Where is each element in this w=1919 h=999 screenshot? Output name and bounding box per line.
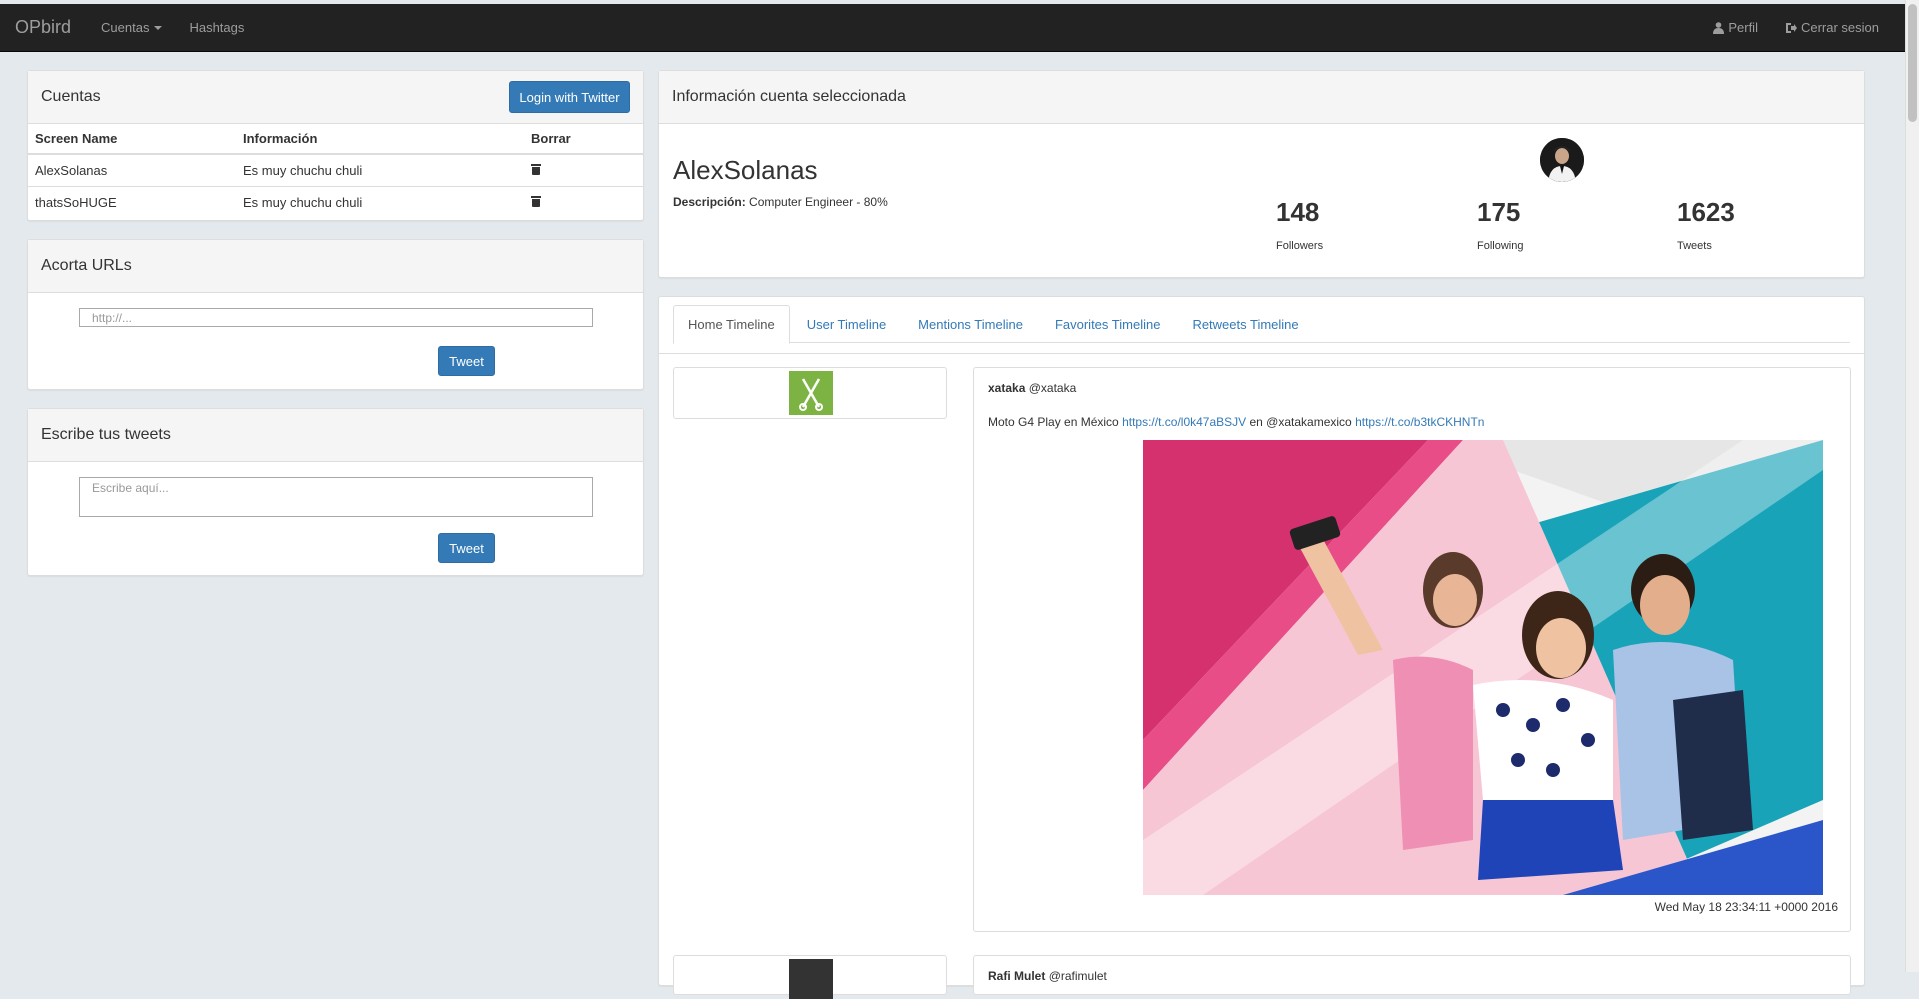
cuentas-panel-heading: Cuentas Login with Twitter	[28, 71, 643, 124]
tweet-timestamp: Wed May 18 23:34:11 +0000 2016	[1654, 900, 1838, 914]
tabs-divider	[659, 353, 1864, 354]
followers-count: 148	[1276, 197, 1320, 227]
info-cell: Es muy chuchu chuli	[236, 185, 524, 218]
cerrar-sesion-label: Cerrar sesion	[1800, 20, 1879, 35]
cuentas-title: Cuentas	[41, 88, 101, 105]
escribe-title: Escribe tus tweets	[41, 426, 171, 443]
description-value: Computer Engineer - 80%	[749, 195, 888, 209]
tweet-avatar-box	[673, 367, 947, 419]
delete-cell	[524, 153, 643, 186]
info-panel-heading: Información cuenta seleccionada	[659, 71, 1864, 124]
scrollbar-thumb[interactable]	[1908, 4, 1917, 122]
tweet-text-part: Moto G4 Play en México	[988, 415, 1119, 429]
login-with-twitter-button[interactable]: Login with Twitter	[509, 81, 630, 113]
trash-icon[interactable]	[531, 195, 541, 207]
followers-label: Followers	[1276, 240, 1324, 252]
tweet-handle: @xataka	[1028, 381, 1077, 395]
cerrar-sesion-link[interactable]: Cerrar sesion	[1785, 20, 1879, 35]
account-name: AlexSolanas	[673, 155, 818, 185]
escribe-tweets-panel: Escribe tus tweets Escribe aquí... Tweet	[27, 408, 644, 576]
following-label: Following	[1477, 240, 1524, 252]
delete-cell	[524, 185, 643, 218]
table-row: thatsSoHUGE Es muy chuchu chuli	[28, 185, 643, 218]
caret-down-icon	[154, 25, 163, 30]
xataka-avatar	[789, 371, 833, 415]
escribe-panel-heading: Escribe tus tweets	[28, 409, 643, 462]
brand-link[interactable]: OPbird	[15, 17, 71, 38]
tab-retweets-timeline[interactable]: Retweets Timeline	[1177, 305, 1313, 343]
navbar-right: Perfil Cerrar sesion	[1686, 20, 1905, 35]
screen-name-cell: thatsSoHUGE	[28, 185, 236, 218]
account-info-panel: Información cuenta seleccionada AlexSola…	[658, 70, 1865, 278]
tweet-card: xataka @xataka Moto G4 Play en México ht…	[973, 367, 1851, 932]
tweet-media-image[interactable]	[1143, 440, 1823, 895]
tweet-avatar-box	[673, 955, 947, 999]
tweet-photo	[1143, 440, 1823, 895]
avatar	[1540, 138, 1584, 182]
page-scrollbar[interactable]	[1905, 0, 1919, 972]
tweets-label: Tweets	[1677, 240, 1712, 252]
tab-mentions-timeline[interactable]: Mentions Timeline	[903, 305, 1038, 343]
cuentas-label: Cuentas	[101, 20, 150, 35]
logout-icon	[1785, 22, 1797, 33]
tweet-text: Moto G4 Play en México https://t.co/l0k4…	[988, 415, 1484, 429]
avatar-image	[1540, 138, 1584, 182]
table-header-row: Screen Name Información Borrar	[28, 124, 643, 155]
tweet-card: Rafi Mulet @rafimulet	[973, 955, 1851, 995]
tweet-link[interactable]: https://t.co/l0k47aBSJV	[1122, 415, 1246, 429]
acorta-panel-heading: Acorta URLs	[28, 240, 643, 293]
tab-user-timeline[interactable]: User Timeline	[792, 305, 901, 343]
hashtags-link[interactable]: Hashtags	[189, 20, 244, 35]
tweet-link[interactable]: https://t.co/b3tkCKHNTn	[1355, 415, 1484, 429]
top-navbar: OPbird Cuentas Hashtags Perfil Cerrar se…	[0, 4, 1905, 52]
tweet-handle: @rafimulet	[1048, 969, 1107, 983]
column-header: Screen Name	[28, 124, 236, 155]
tweet-author: xataka	[988, 381, 1026, 395]
tweet-header: Rafi Mulet @rafimulet	[988, 969, 1107, 983]
tweet-header: xataka @xataka	[988, 381, 1076, 395]
timeline-panel: Home Timeline User Timeline Mentions Tim…	[658, 296, 1865, 999]
user-icon	[1713, 21, 1725, 34]
tweets-count: 1623	[1677, 197, 1735, 227]
url-input[interactable]: http://...	[79, 308, 593, 327]
tab-favorites-timeline[interactable]: Favorites Timeline	[1040, 305, 1175, 343]
following-count: 175	[1477, 197, 1521, 227]
xataka-logo-icon	[789, 371, 833, 415]
escribe-tweet-button[interactable]: Tweet	[438, 533, 495, 563]
acorta-tweet-button[interactable]: Tweet	[438, 346, 495, 376]
description-label: Descripción:	[673, 195, 746, 209]
screen-name-cell: AlexSolanas	[28, 153, 236, 186]
tweet-author: Rafi Mulet	[988, 969, 1046, 983]
acorta-title: Acorta URLs	[41, 257, 132, 274]
tab-home-timeline[interactable]: Home Timeline	[673, 305, 790, 344]
accounts-table: Screen Name Información Borrar AlexSolan…	[28, 124, 643, 218]
timeline-tabs: Home Timeline User Timeline Mentions Tim…	[673, 305, 1850, 344]
column-header: Información	[236, 124, 524, 155]
tweet2-avatar	[789, 959, 833, 999]
perfil-link[interactable]: Perfil	[1713, 20, 1758, 35]
perfil-label: Perfil	[1728, 20, 1758, 35]
cuentas-panel: Cuentas Login with Twitter Screen Name I…	[27, 70, 644, 221]
acorta-urls-panel: Acorta URLs http://... Tweet	[27, 239, 644, 390]
info-title: Información cuenta seleccionada	[672, 88, 906, 105]
info-cell: Es muy chuchu chuli	[236, 153, 524, 186]
tweet-text-part: en @xatakamexico	[1249, 415, 1352, 429]
trash-icon[interactable]	[531, 163, 541, 175]
table-row: AlexSolanas Es muy chuchu chuli	[28, 153, 643, 186]
account-description: Descripción: Computer Engineer - 80%	[673, 195, 888, 209]
column-header: Borrar	[524, 124, 643, 155]
tweet-textarea[interactable]: Escribe aquí...	[79, 477, 593, 517]
cuentas-dropdown[interactable]: Cuentas	[101, 20, 163, 35]
